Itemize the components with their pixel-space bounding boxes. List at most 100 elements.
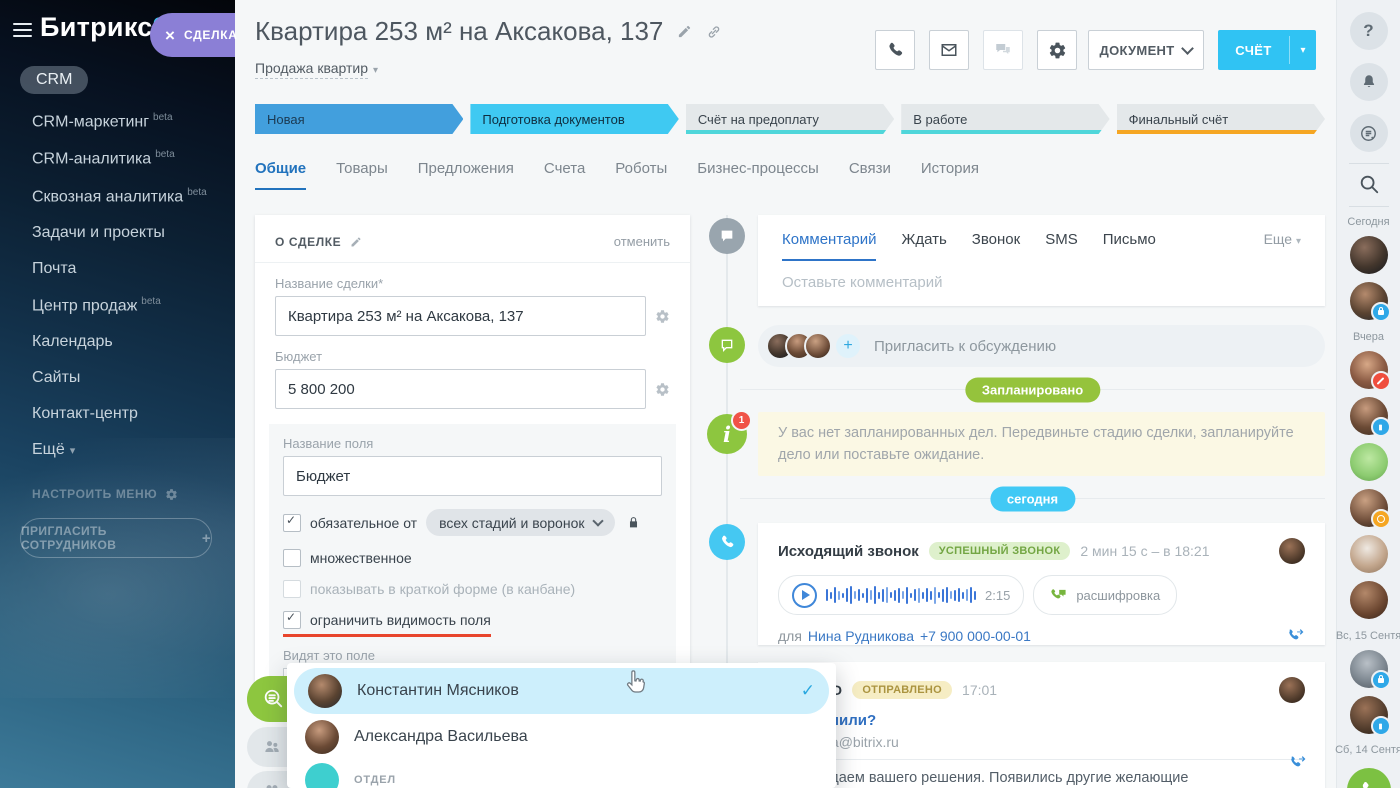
recent-contact-avatar[interactable] bbox=[1350, 535, 1388, 573]
comment-input[interactable]: Оставьте комментарий bbox=[758, 261, 1325, 304]
multiple-checkbox[interactable] bbox=[283, 549, 301, 567]
call-back-icon[interactable] bbox=[1288, 753, 1307, 772]
invite-discussion-row[interactable]: + Пригласить к обсуждению bbox=[758, 325, 1325, 367]
settings-button[interactable] bbox=[1037, 30, 1077, 70]
edit-pencil-icon[interactable] bbox=[677, 24, 692, 39]
messenger-button[interactable] bbox=[1350, 114, 1388, 152]
deal-overlay-tag[interactable]: × СДЕЛКА bbox=[150, 13, 235, 57]
sidebar-item-sites[interactable]: Сайты bbox=[0, 360, 235, 396]
transcript-button[interactable]: расшифровка bbox=[1033, 575, 1177, 615]
stage-document-preparation[interactable]: Подготовка документов bbox=[470, 104, 678, 134]
recent-contact-avatar[interactable] bbox=[1350, 581, 1388, 619]
contact-phone-link[interactable]: +7 900 000-00-01 bbox=[920, 628, 1031, 644]
tab-history[interactable]: История bbox=[921, 160, 979, 190]
composer-tab-sms[interactable]: SMS bbox=[1045, 231, 1078, 259]
field-settings-gear-icon[interactable] bbox=[655, 382, 670, 397]
email-button[interactable] bbox=[929, 30, 969, 70]
tab-robots[interactable]: Роботы bbox=[615, 160, 667, 190]
speech-bubble-icon bbox=[719, 228, 735, 244]
tab-business-processes[interactable]: Бизнес-процессы bbox=[697, 160, 819, 190]
cancel-link[interactable]: отменить bbox=[614, 234, 670, 249]
telephony-button[interactable] bbox=[1347, 768, 1391, 788]
chevron-down-icon: ▾ bbox=[373, 65, 378, 76]
sidebar-item-tasks-projects[interactable]: Задачи и проекты bbox=[0, 215, 235, 251]
tab-products[interactable]: Товары bbox=[336, 160, 388, 190]
document-button[interactable]: ДОКУМЕНТ bbox=[1088, 30, 1204, 70]
sidebar-item-contact-center[interactable]: Контакт-центр bbox=[0, 396, 235, 432]
copy-link-icon[interactable] bbox=[706, 24, 722, 40]
deal-name-input[interactable]: Квартира 253 м² на Аксакова, 137 bbox=[275, 296, 646, 336]
search-icon[interactable] bbox=[1358, 173, 1380, 195]
composer-tab-email[interactable]: Письмо bbox=[1103, 231, 1156, 259]
email-subject-link[interactable]: Что решили? bbox=[778, 712, 1305, 729]
recent-contact-avatar[interactable] bbox=[1350, 236, 1388, 274]
composer-tab-comment[interactable]: Комментарий bbox=[782, 231, 876, 261]
field-name-label: Название поля bbox=[283, 436, 662, 451]
field-name-input[interactable]: Бюджет bbox=[283, 456, 662, 496]
chat-button[interactable] bbox=[983, 30, 1023, 70]
dropdown-option-user[interactable]: Александра Васильева bbox=[287, 714, 836, 760]
sidebar-item-end-to-end-analytics[interactable]: Сквозная аналитикаbeta bbox=[0, 178, 235, 215]
help-button[interactable]: ? bbox=[1350, 12, 1388, 50]
stage-prepayment-invoice[interactable]: Счёт на предоплату bbox=[686, 104, 894, 134]
invoice-dropdown-arrow[interactable]: ▾ bbox=[1290, 30, 1316, 70]
required-scope-select[interactable]: всех стадий и воронок bbox=[426, 509, 614, 536]
recent-contact-avatar[interactable] bbox=[1350, 351, 1388, 389]
audio-player[interactable]: 2:15 bbox=[778, 575, 1024, 615]
edit-pencil-icon[interactable] bbox=[350, 236, 362, 248]
sidebar-item-calendar[interactable]: Календарь bbox=[0, 324, 235, 360]
discussion-icon bbox=[709, 327, 745, 363]
recent-contact-avatar[interactable] bbox=[1350, 397, 1388, 435]
composer-tab-more[interactable]: Еще ▾ bbox=[1264, 231, 1301, 247]
chevron-down-icon bbox=[1182, 42, 1195, 55]
notifications-button[interactable] bbox=[1350, 63, 1388, 101]
field-settings-gear-icon[interactable] bbox=[655, 309, 670, 324]
chat-bubbles-icon bbox=[994, 41, 1012, 59]
stage-in-progress[interactable]: В работе bbox=[901, 104, 1109, 134]
recent-contact-avatar[interactable] bbox=[1350, 443, 1388, 481]
recent-contact-avatar[interactable] bbox=[1350, 489, 1388, 527]
sidebar-item-crm-marketing[interactable]: CRM-маркетингbeta bbox=[0, 103, 235, 140]
restrict-visibility-checkbox[interactable] bbox=[283, 611, 301, 629]
sidebar-item-sales-center[interactable]: Центр продажbeta bbox=[0, 287, 235, 324]
tab-invoices[interactable]: Счета bbox=[544, 160, 585, 190]
pipeline-selector[interactable]: Продажа квартир▾ bbox=[255, 60, 378, 76]
sidebar-item-more[interactable]: Ещё▾ bbox=[0, 432, 235, 468]
dropdown-group-department[interactable]: ОТДЕЛ bbox=[287, 760, 836, 788]
recent-contact-avatar[interactable] bbox=[1350, 282, 1388, 320]
call-title: Исходящий звонок bbox=[778, 543, 919, 560]
composer-tab-wait[interactable]: Ждать bbox=[901, 231, 946, 259]
menu-toggle-icon[interactable] bbox=[13, 23, 32, 41]
sidebar-item-crm-analytics[interactable]: CRM-аналитикаbeta bbox=[0, 140, 235, 177]
dropdown-option-user[interactable]: Константин Мясников ✓ bbox=[294, 668, 829, 714]
recent-contact-avatar[interactable] bbox=[1350, 696, 1388, 734]
kanban-checkbox[interactable] bbox=[283, 580, 301, 598]
contact-name-link[interactable]: Нина Рудникова bbox=[808, 628, 914, 644]
recent-contact-avatar[interactable] bbox=[1350, 650, 1388, 688]
play-icon[interactable] bbox=[792, 583, 817, 608]
required-checkbox[interactable] bbox=[283, 514, 301, 532]
composer-tab-call[interactable]: Звонок bbox=[972, 231, 1020, 259]
invite-employees-button[interactable]: ПРИГЛАСИТЬ СОТРУДНИКОВ+ bbox=[20, 518, 212, 558]
chat-lines-icon bbox=[1359, 124, 1378, 143]
stage-final-invoice[interactable]: Финальный счёт bbox=[1117, 104, 1325, 134]
configure-menu-link[interactable]: НАСТРОИТЬ МЕНЮ bbox=[32, 487, 178, 501]
invoice-split-button[interactable]: СЧЁТ ▾ bbox=[1218, 30, 1316, 70]
add-participant-button[interactable]: + bbox=[836, 334, 860, 358]
people-icon bbox=[262, 737, 282, 757]
call-back-icon[interactable] bbox=[1286, 626, 1305, 645]
tab-relations[interactable]: Связи bbox=[849, 160, 891, 190]
sidebar-item-crm[interactable]: CRM bbox=[0, 62, 235, 103]
tab-general[interactable]: Общие bbox=[255, 160, 306, 190]
call-meta: 2 мин 15 с – в 18:21 bbox=[1080, 543, 1209, 559]
tab-quotes[interactable]: Предложения bbox=[418, 160, 514, 190]
email-log-card: Письмо ОТПРАВЛЕНО 17:01 Что решили? rudn… bbox=[758, 662, 1325, 788]
invoice-button-label[interactable]: СЧЁТ bbox=[1218, 30, 1289, 70]
budget-input[interactable]: 5 800 200 bbox=[275, 369, 646, 409]
call-button[interactable] bbox=[875, 30, 915, 70]
sidebar-item-mail[interactable]: Почта bbox=[0, 251, 235, 287]
notification-count-badge: 1 bbox=[731, 410, 752, 431]
close-icon[interactable]: × bbox=[165, 27, 175, 44]
bell-icon bbox=[1360, 73, 1378, 91]
stage-new[interactable]: Новая bbox=[255, 104, 463, 134]
